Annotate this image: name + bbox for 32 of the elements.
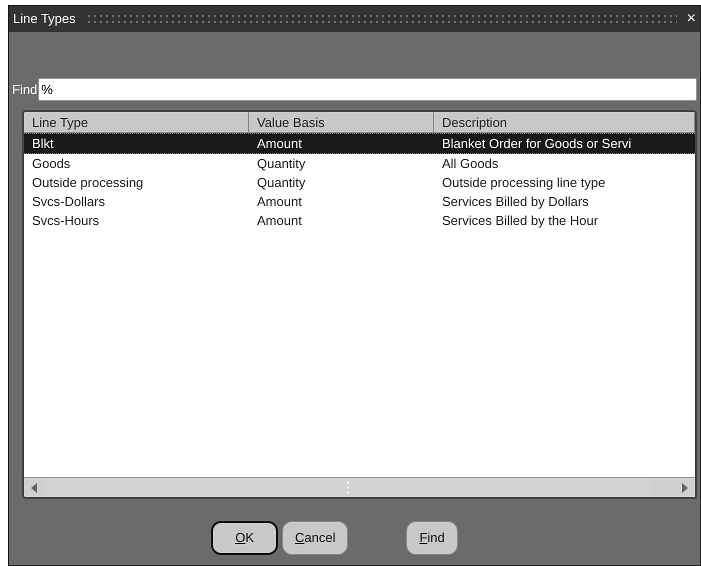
table-cell-text: Blanket Order for Goods or Servi [441, 135, 632, 153]
column-header[interactable]: Line Type [24, 112, 249, 133]
table-cell-text: Goods [31, 155, 72, 173]
table-row[interactable]: Outside processing Quantity Outside processing line type [24, 173, 695, 192]
table-cell-text: Amount [256, 193, 303, 211]
table-row[interactable]: Blkt Amount Blanket Order for Goods or Servi [24, 133, 695, 154]
dialog-button[interactable]: Find [406, 521, 458, 555]
table-cell-text: Services Billed by the Hour [441, 212, 600, 230]
find-label: Find [12, 80, 38, 99]
table-row[interactable]: Svcs-Dollars Amount Services Billed by Dollars [24, 192, 695, 211]
window-title: Line Types [13, 10, 76, 28]
table-cell-text: Amount [256, 212, 303, 230]
table-cell-text: All Goods [441, 155, 500, 173]
column-header[interactable]: Value Basis [249, 112, 434, 133]
table-cell-text: Quantity [256, 155, 306, 173]
table-cell-text: Svcs-Dollars [31, 193, 106, 211]
table-cell-text: Svcs-Hours [31, 212, 100, 230]
table-row[interactable]: Svcs-Hours Amount Services Billed by the Hour [24, 211, 695, 230]
dialog-button[interactable]: OK [211, 521, 278, 555]
table-cell-text: Blkt [31, 135, 55, 153]
table-row[interactable]: Goods Quantity All Goods [24, 154, 695, 173]
table-cell-text: Services Billed by Dollars [441, 193, 590, 211]
horizontal-scrollbar[interactable] [24, 477, 695, 497]
column-header[interactable]: Description [434, 112, 695, 133]
table-cell-text: Amount [256, 135, 303, 153]
table-cell-text: Outside processing [31, 174, 144, 192]
table-cell-text: Outside processing line type [441, 174, 606, 192]
close-icon[interactable]: × [686, 11, 696, 27]
scroll-thumb[interactable] [44, 479, 651, 496]
find-field[interactable]: % [38, 78, 697, 101]
table-cell-text: Quantity [256, 174, 306, 192]
dialog-button[interactable]: Cancel [282, 521, 348, 555]
